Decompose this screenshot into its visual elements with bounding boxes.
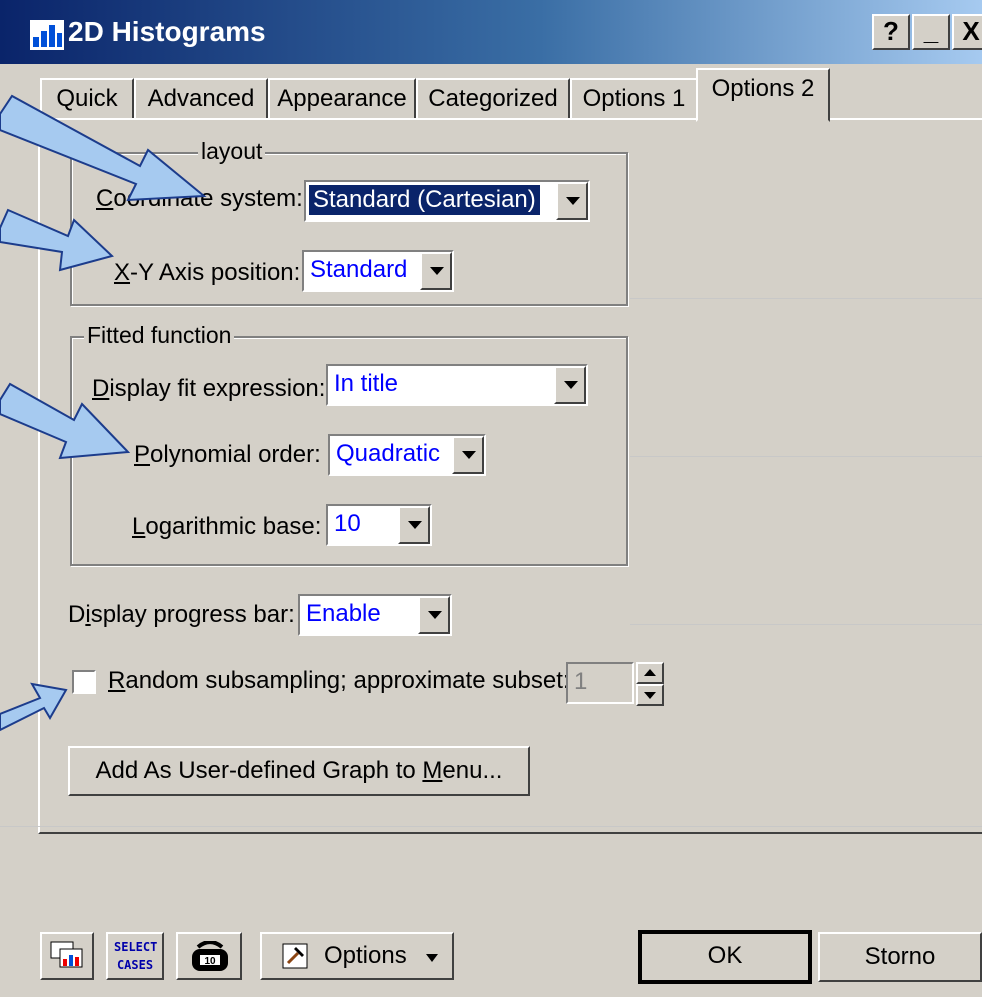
dialog-window: 2D Histograms ? _ X Quick Advanced Appea… [0, 0, 982, 997]
callout-arrows: .ca{fill:#a6caf0;stroke:#1c3c8c;stroke-w… [0, 94, 207, 732]
callout-arrow-icon [0, 382, 131, 460]
callout-arrow-icon [0, 94, 207, 202]
callout-arrow-icon [0, 682, 68, 732]
callout-arrow-icon [0, 208, 114, 272]
tab-options-2[interactable]: Options 2 [696, 68, 830, 122]
